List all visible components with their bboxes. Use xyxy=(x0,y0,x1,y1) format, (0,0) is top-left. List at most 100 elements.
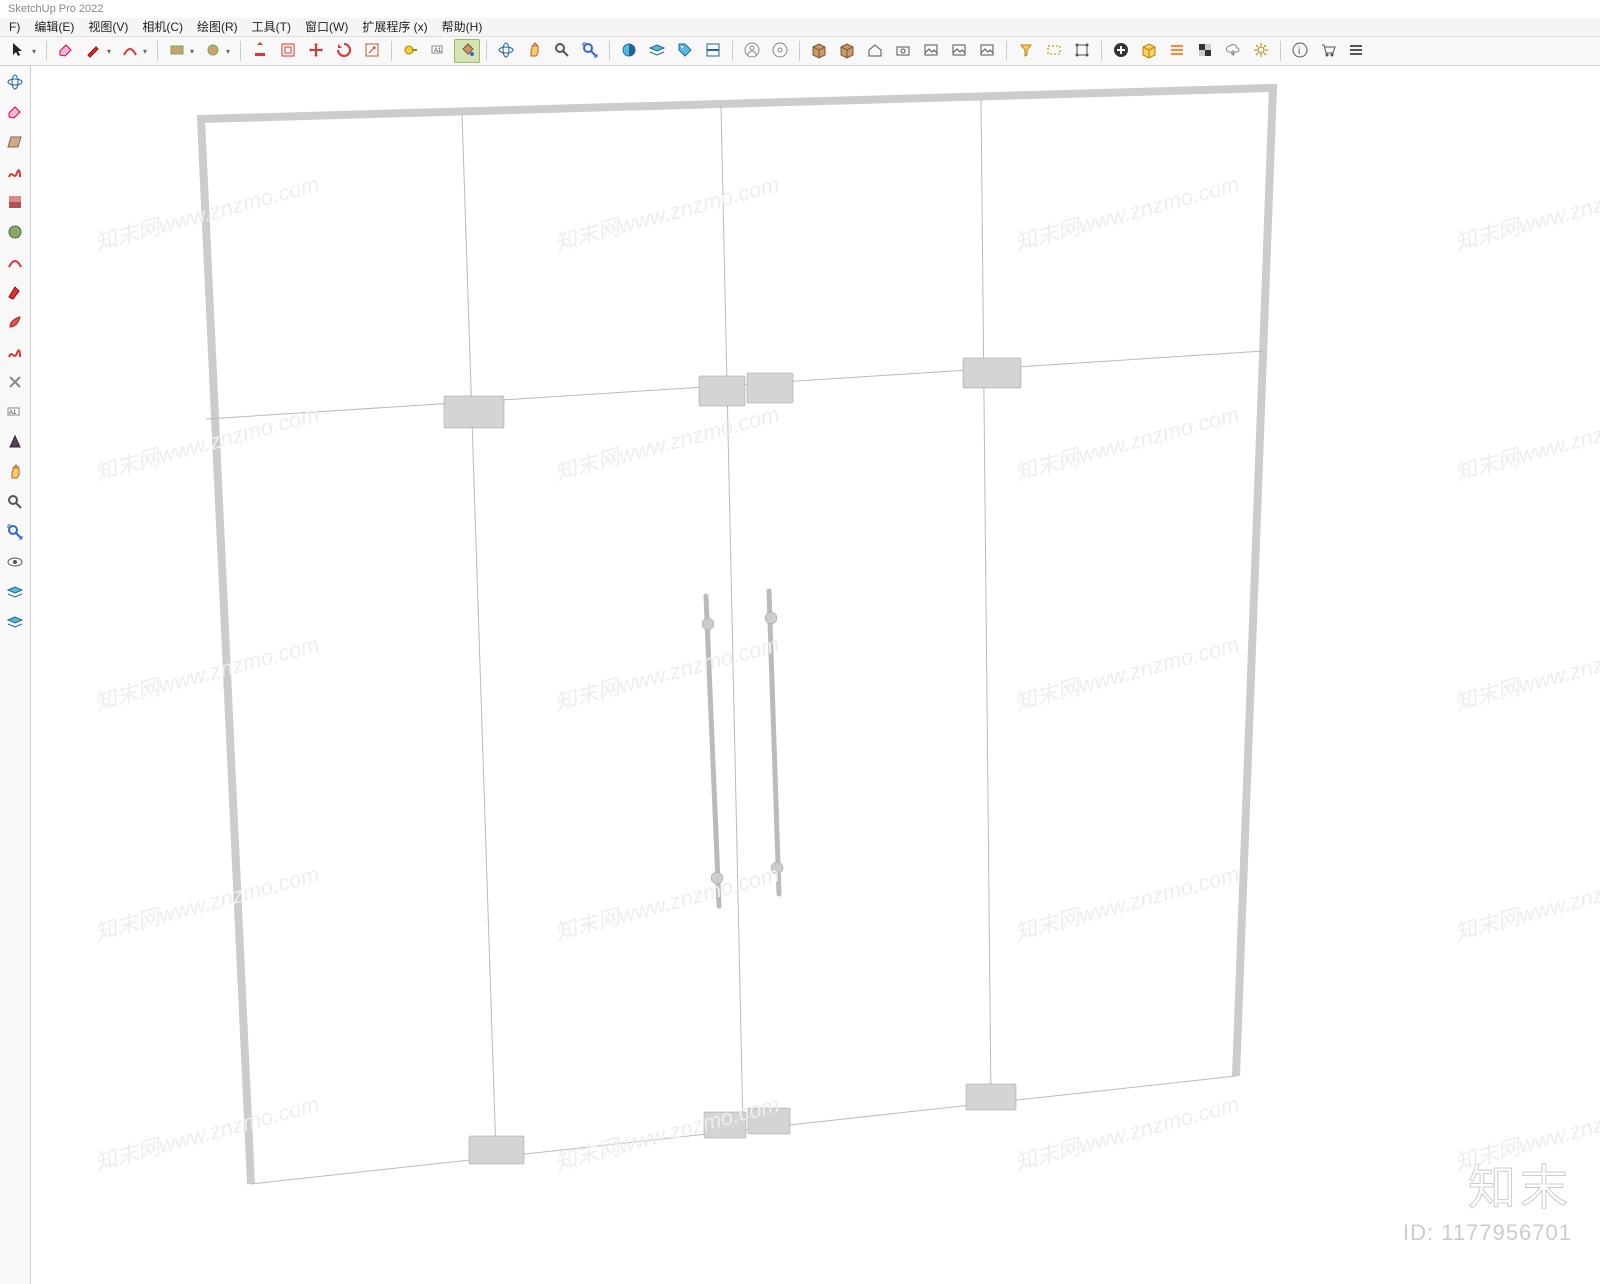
sphere-olive-button[interactable] xyxy=(2,220,28,246)
shaded-blue-button[interactable] xyxy=(616,39,642,63)
scene-outline-button[interactable] xyxy=(918,39,944,63)
rectangle-brown-button[interactable] xyxy=(164,39,190,63)
arc-red-button[interactable] xyxy=(117,39,143,63)
checker-button[interactable] xyxy=(1192,39,1218,63)
view-outline-button[interactable] xyxy=(946,39,972,63)
cross-tools-icon xyxy=(6,373,24,394)
menu-item-2[interactable]: 视图(V) xyxy=(81,18,135,36)
menu-item-5[interactable]: 工具(T) xyxy=(245,18,298,36)
trowel-red-button[interactable] xyxy=(2,280,28,306)
zoom-lens-icon xyxy=(553,41,571,62)
layers-blue-button[interactable] xyxy=(644,39,670,63)
user-circle-button[interactable] xyxy=(739,39,765,63)
section-blue-button[interactable] xyxy=(700,39,726,63)
cone-dark-button[interactable] xyxy=(2,430,28,456)
hand-yellow-button[interactable] xyxy=(2,460,28,486)
zoom-lens-button[interactable] xyxy=(549,39,575,63)
gradient-square-button[interactable] xyxy=(2,190,28,216)
app-title: SketchUp Pro 2022 xyxy=(8,3,103,15)
scribble-red-button[interactable] xyxy=(2,340,28,366)
eye-dark-button[interactable] xyxy=(2,550,28,576)
eraser-pink-button[interactable] xyxy=(53,39,79,63)
rotate-red-button[interactable] xyxy=(331,39,357,63)
wave-blue-icon xyxy=(6,583,24,604)
orbit-dark-button[interactable] xyxy=(2,70,28,96)
cone-dark-icon xyxy=(6,433,24,454)
dropdown-caret-icon[interactable]: ▾ xyxy=(32,47,40,56)
freehand-red-button[interactable] xyxy=(2,160,28,186)
list-orange-icon xyxy=(1168,41,1186,62)
tape-yellow-button[interactable] xyxy=(398,39,424,63)
pencil-red-button[interactable] xyxy=(81,39,107,63)
parallelogram-button[interactable] xyxy=(2,130,28,156)
paint-bucket-button[interactable] xyxy=(454,39,480,63)
menu-item-6[interactable]: 窗口(W) xyxy=(298,18,355,36)
lens-red-icon xyxy=(6,493,24,514)
menu-item-4[interactable]: 绘图(R) xyxy=(190,18,245,36)
settings-circle-button[interactable] xyxy=(767,39,793,63)
wave-blue-2-button[interactable] xyxy=(2,610,28,636)
cart-icon xyxy=(1319,41,1337,62)
select-arrow-icon xyxy=(10,41,28,62)
warehouse-box-button[interactable] xyxy=(806,39,832,63)
view-save-icon xyxy=(978,41,996,62)
component-box-button[interactable] xyxy=(834,39,860,63)
select-arrow-button[interactable] xyxy=(6,39,32,63)
cloud-down-button[interactable] xyxy=(1220,39,1246,63)
dropdown-caret-icon[interactable]: ▾ xyxy=(107,47,115,56)
zoom-extents-button[interactable] xyxy=(577,39,603,63)
label-box-button[interactable]: A1 xyxy=(2,400,28,426)
leaf-red-button[interactable] xyxy=(2,310,28,336)
scale-red-button[interactable] xyxy=(359,39,385,63)
menu-item-3[interactable]: 相机(C) xyxy=(135,18,190,36)
cross-tools-button[interactable] xyxy=(2,370,28,396)
cube-yellow-button[interactable] xyxy=(1136,39,1162,63)
dropdown-caret-icon[interactable]: ▾ xyxy=(190,47,198,56)
house-outline-icon xyxy=(866,41,884,62)
offset-red-icon xyxy=(279,41,297,62)
toolbar-separator xyxy=(391,41,392,61)
toolbar-separator xyxy=(240,41,241,61)
add-black-button[interactable] xyxy=(1108,39,1134,63)
parallelogram-icon xyxy=(6,133,24,154)
tags-blue-button[interactable] xyxy=(672,39,698,63)
circle-brown-button[interactable] xyxy=(200,39,226,63)
view-save-button[interactable] xyxy=(974,39,1000,63)
dropdown-caret-icon[interactable]: ▾ xyxy=(226,47,234,56)
dropdown-caret-icon[interactable]: ▾ xyxy=(143,47,151,56)
house-outline-button[interactable] xyxy=(862,39,888,63)
lens-blue-button[interactable] xyxy=(2,520,28,546)
menu-item-7[interactable]: 扩展程序 (x) xyxy=(355,18,434,36)
orbit-dark-icon xyxy=(6,73,24,94)
component-box-icon xyxy=(838,41,856,62)
menu-item-0[interactable]: F) xyxy=(2,18,27,36)
cart-button[interactable] xyxy=(1315,39,1341,63)
wave-blue-button[interactable] xyxy=(2,580,28,606)
move-red-button[interactable] xyxy=(303,39,329,63)
tape-yellow-icon xyxy=(402,41,420,62)
selection-filter-button[interactable] xyxy=(1013,39,1039,63)
trowel-red-icon xyxy=(6,283,24,304)
hamburger-button[interactable] xyxy=(1343,39,1369,63)
orbit-blue-button[interactable] xyxy=(493,39,519,63)
rectangle-filter-button[interactable] xyxy=(1041,39,1067,63)
pan-hand-button[interactable] xyxy=(521,39,547,63)
menu-item-1[interactable]: 编辑(E) xyxy=(27,18,81,36)
eraser-pink-solid-button[interactable] xyxy=(2,100,28,126)
pushpull-red-button[interactable] xyxy=(247,39,273,63)
bbox-filter-button[interactable] xyxy=(1069,39,1095,63)
offset-red-button[interactable] xyxy=(275,39,301,63)
viewport-3d[interactable]: 知末 ID: 1177956701 知末网www.znzmo.com知末网www… xyxy=(31,66,1600,1284)
lens-red-button[interactable] xyxy=(2,490,28,516)
toolbar-separator xyxy=(46,41,47,61)
list-orange-button[interactable] xyxy=(1164,39,1190,63)
rectangle-filter-icon xyxy=(1045,41,1063,62)
camera-outline-button[interactable] xyxy=(890,39,916,63)
toolbar-separator xyxy=(1101,41,1102,61)
menu-item-8[interactable]: 帮助(H) xyxy=(435,18,490,36)
arc-red-big-button[interactable] xyxy=(2,250,28,276)
info-circle-button[interactable]: i xyxy=(1287,39,1313,63)
paint-bucket-icon xyxy=(458,41,476,62)
text-label-button[interactable]: A1 xyxy=(426,39,452,63)
gear-yellow-button[interactable] xyxy=(1248,39,1274,63)
